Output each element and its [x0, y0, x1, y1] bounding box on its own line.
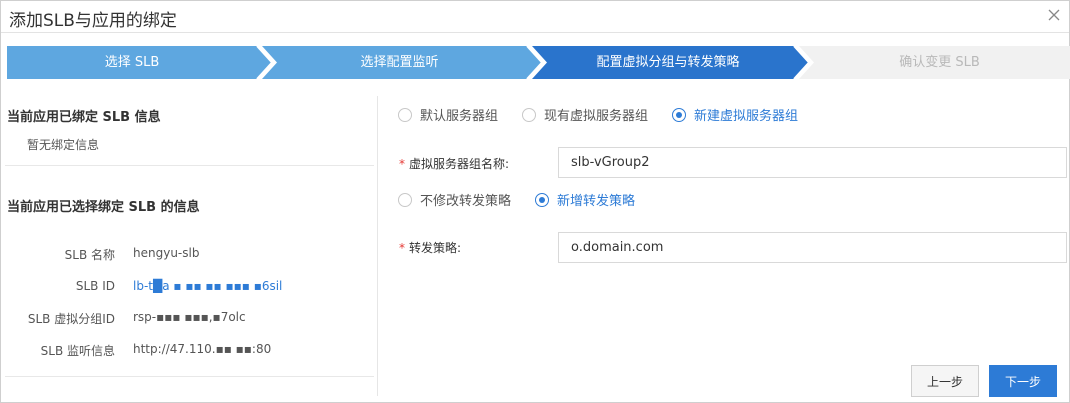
next-step-button[interactable]: 下一步	[989, 365, 1057, 397]
step-progress: 选择 SLB 选择配置监听 配置虚拟分组与转发策略 确认变更 SLB	[7, 46, 1070, 79]
radio-circle-checked	[535, 192, 550, 207]
radio-existing-vgroup[interactable]: 现有虚拟服务器组	[522, 105, 648, 124]
required-mark: *	[399, 157, 405, 171]
radio-circle	[398, 192, 412, 207]
slb-name-value: hengyu-slb	[133, 246, 200, 260]
slb-vgroup-id-value: rsp-▪▪▪ ▪▪▪,▪7olc	[133, 310, 246, 324]
policy-domain-input[interactable]	[558, 232, 1067, 263]
vgroup-name-input[interactable]	[558, 147, 1067, 178]
radio-add-policy[interactable]: 新增转发策略	[535, 190, 635, 209]
left-divider-2	[5, 376, 374, 377]
dialog: 添加SLB与应用的绑定 选择 SLB 选择配置监听 配置虚拟分组与转发策略 确认…	[0, 0, 1070, 403]
selected-slb-title: 当前应用已选择绑定 SLB 的信息	[7, 200, 200, 215]
left-divider-1	[5, 165, 374, 166]
step-select-slb: 选择 SLB	[104, 55, 160, 70]
radio-circle	[398, 107, 412, 122]
slb-id-link[interactable]: lb-t█a ▪ ▪▪ ▪▪ ▪▪▪ ▪6sil	[133, 279, 282, 293]
radio-keep-policy[interactable]: 不修改转发策略	[398, 190, 511, 209]
policy-label: * 转发策略:	[399, 241, 462, 255]
left-info-panel: 当前应用已绑定 SLB 信息 暂无绑定信息 当前应用已选择绑定 SLB 的信息 …	[1, 96, 378, 396]
dialog-title: 添加SLB与应用的绑定	[9, 11, 177, 31]
slb-vgroup-id-label: SLB 虚拟分组ID	[27, 312, 115, 326]
radio-circle-checked	[672, 107, 687, 122]
slb-listener-value: http://47.110.▪▪ ▪▪:80	[133, 342, 272, 356]
vgroup-name-label: * 虚拟服务器组名称:	[399, 157, 510, 171]
close-icon[interactable]	[1043, 4, 1065, 26]
slb-listener-label: SLB 监听信息	[40, 344, 115, 358]
server-group-radio-group: 默认服务器组 现有虚拟服务器组 新建虚拟服务器组	[398, 105, 822, 124]
radio-default-server-group[interactable]: 默认服务器组	[398, 105, 498, 124]
bound-slb-title: 当前应用已绑定 SLB 信息	[7, 110, 161, 125]
step-confirm-slb: 确认变更 SLB	[899, 55, 980, 70]
required-mark: *	[399, 241, 405, 255]
slb-id-label: SLB ID	[75, 279, 115, 293]
slb-name-label: SLB 名称	[64, 248, 115, 262]
radio-new-vgroup[interactable]: 新建虚拟服务器组	[672, 105, 798, 124]
prev-step-button[interactable]: 上一步	[911, 365, 979, 397]
step-configure-vgroup: 配置虚拟分组与转发策略	[596, 55, 740, 70]
step-select-listener: 选择配置监听	[360, 55, 439, 70]
policy-radio-group: 不修改转发策略 新增转发策略	[398, 190, 659, 209]
title-divider	[1, 32, 1069, 33]
bound-slb-empty: 暂无绑定信息	[27, 138, 100, 152]
radio-circle	[522, 107, 537, 122]
